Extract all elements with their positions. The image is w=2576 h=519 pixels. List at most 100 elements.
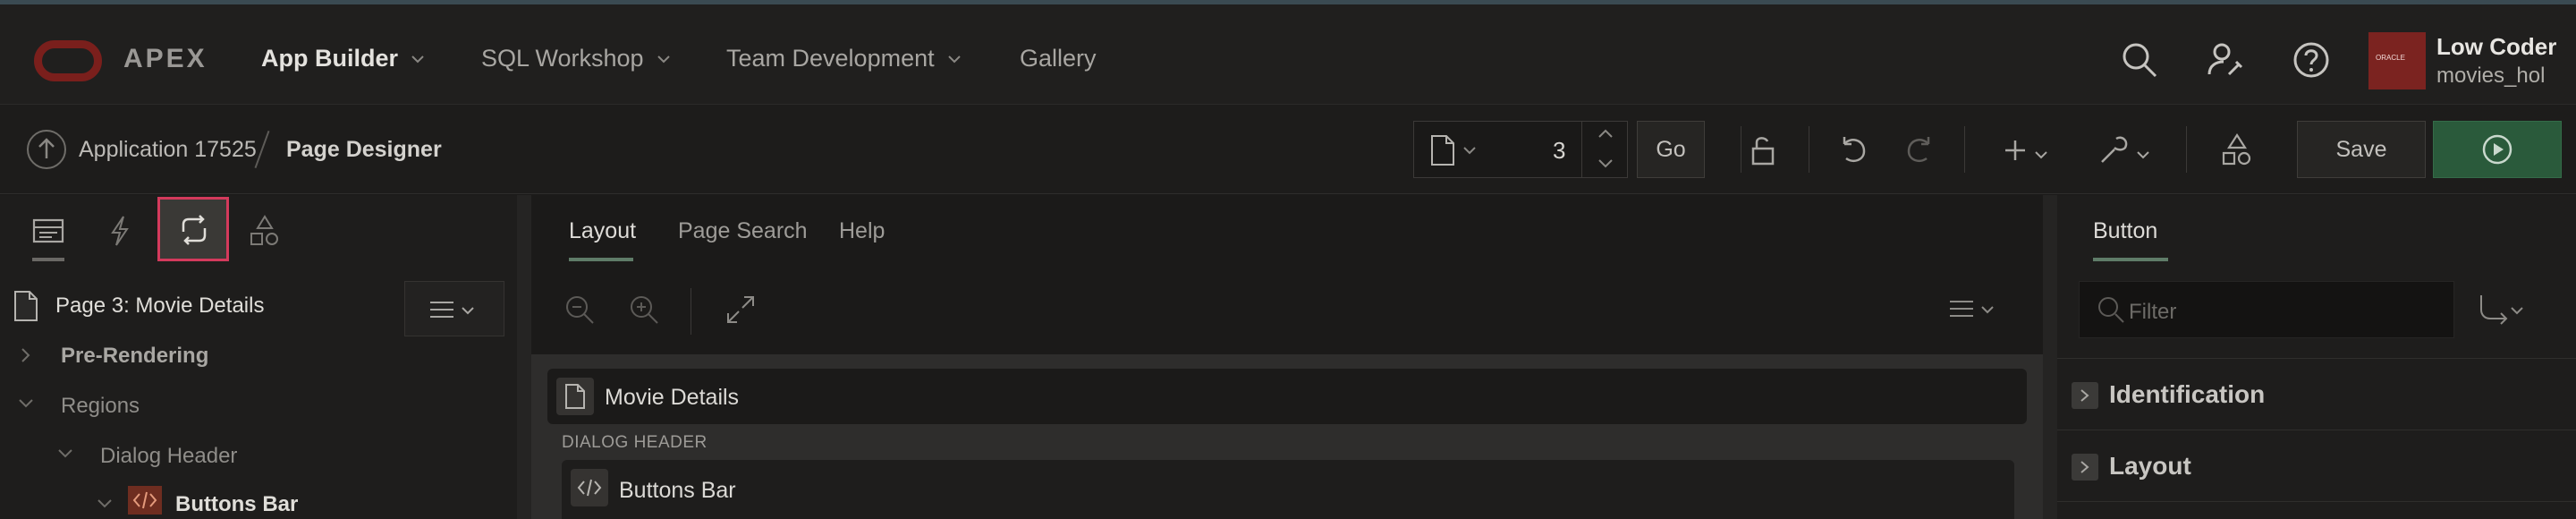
chevron-down-icon[interactable]	[16, 396, 36, 412]
region-movie-details[interactable]: Movie Details	[547, 369, 2027, 424]
nav-gallery[interactable]: Gallery	[1020, 45, 1097, 72]
section-identification-title: Identification	[2109, 380, 2266, 408]
tree-page-node[interactable]: Page 3: Movie Details	[55, 294, 264, 319]
static-content-icon	[128, 486, 162, 515]
filter-placeholder: Filter	[2129, 300, 2177, 324]
user-settings-icon[interactable]	[2204, 38, 2247, 81]
avatar[interactable]: ORACLE	[2368, 32, 2426, 89]
add-icon[interactable]	[1996, 132, 2034, 169]
nav-gallery-label: Gallery	[1020, 45, 1097, 72]
search-icon[interactable]	[2118, 38, 2161, 81]
chevron-down-icon[interactable]	[2034, 148, 2048, 162]
tree-regions[interactable]: Regions	[61, 394, 140, 419]
run-button[interactable]	[2433, 121, 2562, 178]
breadcrumb-separator	[254, 130, 270, 169]
layout-canvas[interactable]: Movie Details DIALOG HEADER Buttons Bar	[531, 354, 2043, 519]
section-divider	[2057, 501, 2576, 519]
nav-team-development[interactable]: Team Development	[726, 45, 962, 72]
chevron-right-icon	[2072, 454, 2098, 481]
chevron-right-icon[interactable]	[18, 345, 34, 365]
save-button[interactable]: Save	[2297, 121, 2426, 178]
avatar-text: ORACLE	[2376, 54, 2405, 62]
section-identification[interactable]: Identification	[2057, 358, 2576, 430]
dynamic-actions-tab-icon[interactable]	[102, 213, 138, 249]
tree-pre-rendering[interactable]: Pre-Rendering	[61, 344, 208, 369]
page-icon	[14, 291, 38, 321]
chevron-down-icon	[1463, 147, 1476, 155]
chevron-down-icon	[947, 55, 961, 63]
code-icon	[571, 469, 608, 506]
property-editor: Button Filter Identification Layout	[2057, 195, 2576, 519]
go-to-group-icon[interactable]	[2476, 292, 2524, 328]
active-tab-indicator	[32, 258, 64, 261]
lock-icon[interactable]	[1744, 132, 1782, 169]
chevron-down-icon[interactable]	[95, 496, 114, 512]
help-icon[interactable]	[2290, 38, 2333, 81]
tab-page-search[interactable]: Page Search	[678, 218, 808, 244]
chevron-down-icon	[462, 307, 474, 315]
tree-menu-button[interactable]	[404, 281, 504, 336]
zoom-out-icon[interactable]	[562, 292, 597, 328]
shared-components-icon[interactable]	[2218, 132, 2256, 169]
nav-app-builder-label: App Builder	[261, 45, 398, 72]
redo-icon[interactable]	[1900, 132, 1937, 169]
toolbar-divider	[1964, 126, 1965, 173]
sub-region-title: Buttons Bar	[619, 478, 736, 503]
page-number-input[interactable]: 3	[1553, 137, 1565, 165]
layout-panel: Layout Page Search Help Movie Details DI…	[531, 195, 2043, 519]
app-header: APEX App Builder SQL Workshop Team Devel…	[0, 4, 2576, 105]
tab-button[interactable]: Button	[2093, 218, 2157, 244]
user-workspace: movies_hol	[2436, 64, 2546, 88]
up-arrow-icon[interactable]	[27, 130, 66, 169]
shared-components-tab-icon[interactable]	[247, 213, 283, 249]
dialog-header-label: DIALOG HEADER	[562, 433, 708, 452]
oracle-logo-icon[interactable]	[34, 40, 102, 81]
chevron-down-icon	[657, 55, 670, 63]
active-tab-indicator	[2093, 258, 2168, 261]
zoom-in-icon[interactable]	[626, 292, 662, 328]
chevron-right-icon	[2072, 382, 2098, 409]
region-title: Movie Details	[605, 385, 740, 410]
section-layout[interactable]: Layout	[2057, 430, 2576, 501]
region-buttons-bar[interactable]: Buttons Bar	[562, 460, 2014, 519]
page-icon	[556, 378, 594, 415]
breadcrumb-page-designer: Page Designer	[286, 137, 442, 162]
run-icon	[2482, 134, 2512, 165]
undo-icon[interactable]	[1835, 132, 1873, 169]
nav-sql-workshop[interactable]: SQL Workshop	[481, 45, 671, 72]
section-layout-title: Layout	[2109, 452, 2191, 480]
wrench-icon[interactable]	[2095, 132, 2132, 169]
nav-app-builder[interactable]: App Builder	[261, 45, 425, 72]
tab-help[interactable]: Help	[839, 218, 885, 244]
panel-splitter-right[interactable]	[2043, 195, 2057, 519]
chevron-down-icon[interactable]	[1597, 157, 1614, 169]
chevron-down-icon[interactable]	[55, 446, 75, 462]
chevron-down-icon[interactable]	[2136, 148, 2150, 162]
tree-dialog-header[interactable]: Dialog Header	[100, 444, 237, 469]
chevron-down-icon[interactable]	[1980, 302, 1995, 317]
active-tab-indicator	[569, 258, 633, 261]
rendering-tab-icon[interactable]	[30, 213, 66, 249]
menu-icon	[430, 302, 453, 318]
breadcrumb-application[interactable]: Application 17525	[79, 137, 257, 163]
tab-layout[interactable]: Layout	[569, 218, 636, 244]
page-icon	[1431, 135, 1454, 166]
tree-buttons-bar[interactable]: Buttons Bar	[175, 492, 298, 517]
menu-icon[interactable]	[1948, 297, 1975, 320]
user-name[interactable]: Low Coder	[2436, 33, 2556, 61]
processing-tab[interactable]	[157, 197, 229, 261]
panel-splitter-left[interactable]	[517, 195, 531, 519]
nav-team-development-label: Team Development	[726, 45, 935, 72]
chevron-down-icon	[411, 55, 424, 63]
go-button[interactable]: Go	[1637, 121, 1705, 178]
toolbar-divider	[2186, 126, 2187, 173]
page-number-stepper[interactable]	[1581, 121, 1628, 178]
expand-icon[interactable]	[723, 292, 758, 328]
page-designer-toolbar: Application 17525 Page Designer 3 Go Sav…	[0, 105, 2576, 194]
processing-tab-icon	[182, 215, 207, 245]
rendering-panel: Page 3: Movie Details Pre-Rendering Regi…	[0, 195, 517, 519]
chevron-up-icon[interactable]	[1597, 128, 1614, 140]
search-icon	[2098, 297, 2124, 323]
nav-sql-workshop-label: SQL Workshop	[481, 45, 644, 72]
apex-logo-text[interactable]: APEX	[123, 44, 208, 74]
